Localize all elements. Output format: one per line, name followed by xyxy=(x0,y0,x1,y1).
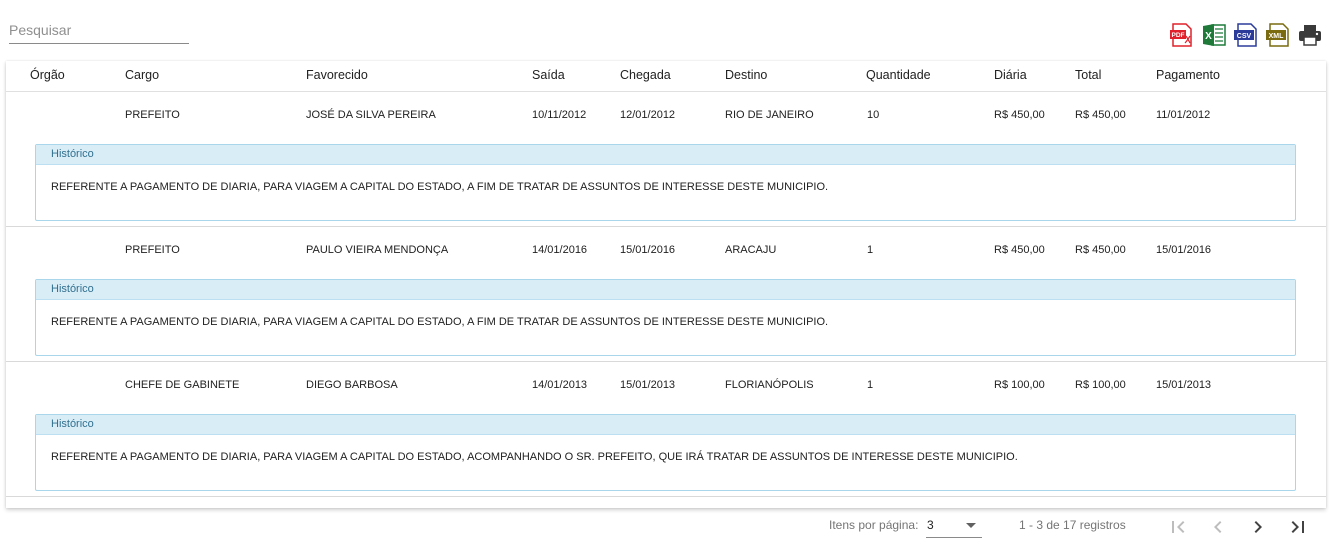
table-row[interactable]: CHEFE DE GABINETE DIEGO BARBOSA 14/01/20… xyxy=(6,362,1326,497)
cell-pagamento: 11/01/2012 xyxy=(1156,109,1211,121)
table-row[interactable]: PREFEITO JOSÉ DA SILVA PEREIRA 10/11/201… xyxy=(6,92,1326,227)
cell-favorecido: JOSÉ DA SILVA PEREIRA xyxy=(306,109,436,121)
column-header-orgao[interactable]: Órgão xyxy=(30,68,65,82)
historico-text: REFERENTE A PAGAMENTO DE DIARIA, PARA VI… xyxy=(51,181,829,193)
export-toolbar: PDF X CSV XML xyxy=(1168,21,1324,49)
export-excel-button[interactable]: X xyxy=(1200,21,1228,49)
range-label: 1 - 3 de 17 registros xyxy=(1019,518,1126,532)
cell-destino: FLORIANÓPOLIS xyxy=(725,379,814,391)
table-header: Órgão Cargo Favorecido Saída Chegada Des… xyxy=(6,61,1326,92)
next-page-icon xyxy=(1254,521,1262,533)
cell-pagamento: 15/01/2013 xyxy=(1156,379,1212,391)
previous-page-button[interactable] xyxy=(1204,513,1232,541)
paginator: Itens por página: 3 1 - 3 de 17 registro… xyxy=(0,508,1332,548)
cell-destino: RIO DE JANEIRO xyxy=(725,109,814,121)
historico-panel: Histórico REFERENTE A PAGAMENTO DE DIARI… xyxy=(35,279,1296,356)
column-header-cargo[interactable]: Cargo xyxy=(125,68,159,82)
export-xml-button[interactable]: XML xyxy=(1264,21,1292,49)
items-per-page-value: 3 xyxy=(927,518,934,532)
cell-cargo: PREFEITO xyxy=(125,109,180,121)
cell-destino: ARACAJU xyxy=(725,244,777,256)
column-header-favorecido[interactable]: Favorecido xyxy=(306,68,368,82)
search-field[interactable] xyxy=(9,18,189,44)
historico-panel: Histórico REFERENTE A PAGAMENTO DE DIARI… xyxy=(35,144,1296,221)
cell-favorecido: PAULO VIEIRA MENDONÇA xyxy=(306,244,449,256)
export-csv-button[interactable]: CSV xyxy=(1232,21,1260,49)
cell-pagamento: 15/01/2016 xyxy=(1156,244,1212,256)
pdf-icon: PDF xyxy=(1170,23,1192,47)
last-page-button[interactable] xyxy=(1284,513,1312,541)
cell-cargo: PREFEITO xyxy=(125,244,180,256)
historico-title: Histórico xyxy=(36,145,1295,165)
cell-saida: 14/01/2013 xyxy=(532,379,588,391)
xml-icon-label: XML xyxy=(1269,33,1285,40)
cell-favorecido: DIEGO BARBOSA xyxy=(306,379,398,391)
cell-cargo: CHEFE DE GABINETE xyxy=(125,379,240,391)
next-page-button[interactable] xyxy=(1244,513,1272,541)
cell-total: R$ 450,00 xyxy=(1075,244,1126,256)
table-row[interactable]: PREFEITO PAULO VIEIRA MENDONÇA 14/01/201… xyxy=(6,227,1326,362)
column-header-quantidade[interactable]: Quantidade xyxy=(866,68,931,82)
cell-saida: 14/01/2016 xyxy=(532,244,588,256)
items-per-page-select[interactable]: 3 xyxy=(926,516,982,538)
csv-icon-label: CSV xyxy=(1237,33,1252,40)
historico-title: Histórico xyxy=(36,280,1295,300)
historico-text: REFERENTE A PAGAMENTO DE DIARIA, PARA VI… xyxy=(51,451,1018,463)
historico-panel: Histórico REFERENTE A PAGAMENTO DE DIARI… xyxy=(35,414,1296,491)
column-header-diaria[interactable]: Diária xyxy=(994,68,1027,82)
chevron-down-icon xyxy=(966,523,976,528)
historico-text: REFERENTE A PAGAMENTO DE DIARIA, PARA VI… xyxy=(51,316,829,328)
column-header-total[interactable]: Total xyxy=(1075,68,1101,82)
cell-diaria: R$ 450,00 xyxy=(994,109,1045,121)
last-page-icon xyxy=(1291,521,1304,533)
pdf-icon-label: PDF xyxy=(1172,32,1185,39)
cell-total: R$ 100,00 xyxy=(1075,379,1126,391)
xml-icon: XML xyxy=(1266,23,1289,47)
excel-icon: X xyxy=(1203,24,1226,46)
export-pdf-button[interactable]: PDF xyxy=(1168,21,1196,49)
excel-icon-label: X xyxy=(1205,31,1212,42)
cell-total: R$ 450,00 xyxy=(1075,109,1126,121)
cell-diaria: R$ 450,00 xyxy=(994,244,1045,256)
first-page-button[interactable] xyxy=(1164,513,1192,541)
column-header-pagamento[interactable]: Pagamento xyxy=(1156,68,1220,82)
cell-quantidade: 10 xyxy=(867,109,880,121)
cell-quantidade: 1 xyxy=(867,379,874,391)
cell-chegada: 15/01/2013 xyxy=(620,379,676,391)
cell-quantidade: 1 xyxy=(867,244,874,256)
historico-title: Histórico xyxy=(36,415,1295,435)
print-button[interactable] xyxy=(1296,21,1324,49)
csv-icon: CSV xyxy=(1234,23,1257,47)
diarias-table: Órgão Cargo Favorecido Saída Chegada Des… xyxy=(6,61,1326,508)
column-header-saida[interactable]: Saída xyxy=(532,68,565,82)
cell-saida: 10/11/2012 xyxy=(532,109,587,121)
search-input[interactable] xyxy=(9,18,189,42)
print-icon xyxy=(1299,25,1321,46)
cell-chegada: 12/01/2012 xyxy=(620,109,676,121)
items-per-page-label: Itens por página: xyxy=(829,518,919,532)
column-header-chegada[interactable]: Chegada xyxy=(620,68,671,82)
cell-chegada: 15/01/2016 xyxy=(620,244,676,256)
cell-diaria: R$ 100,00 xyxy=(994,379,1045,391)
previous-page-icon xyxy=(1214,521,1222,533)
first-page-icon xyxy=(1172,521,1185,533)
column-header-destino[interactable]: Destino xyxy=(725,68,767,82)
